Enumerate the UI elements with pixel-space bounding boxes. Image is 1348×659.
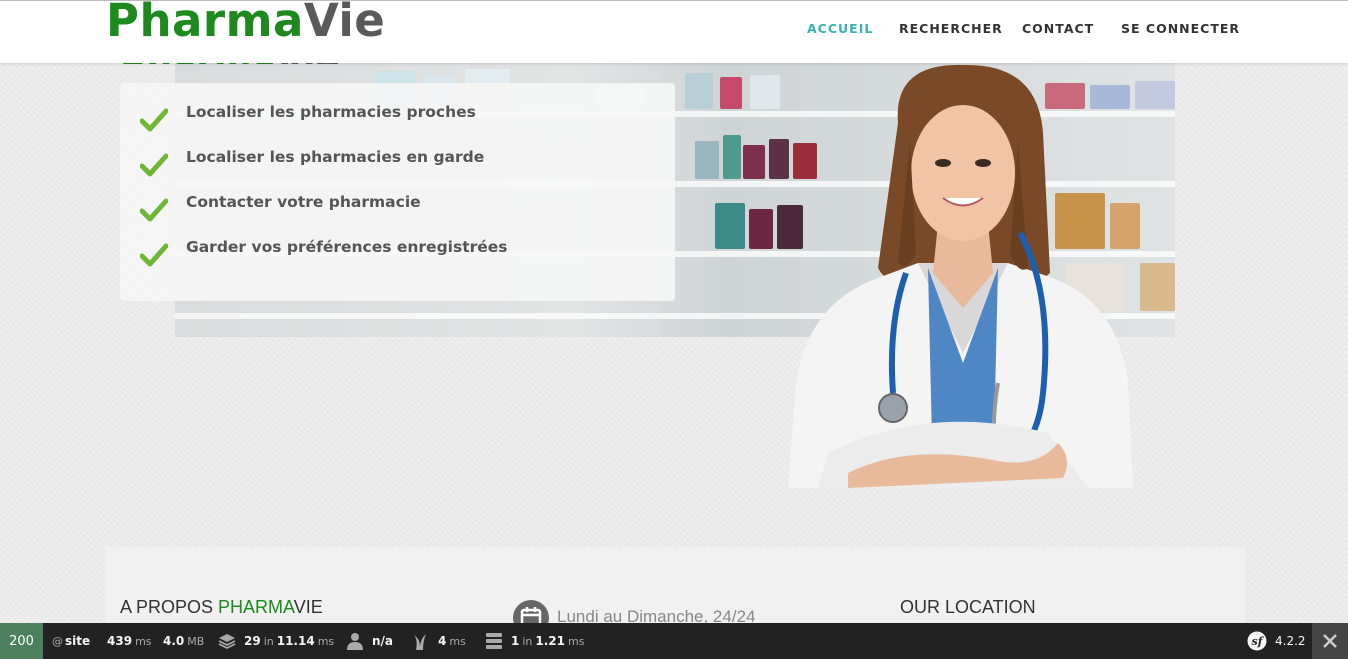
route-item[interactable]: @ site	[52, 623, 90, 659]
about-title-prefix: A PROPOS	[120, 597, 219, 617]
nav-rechercher[interactable]: RECHERCHER	[899, 21, 1003, 36]
memory-item[interactable]: 4.0 MB	[163, 623, 204, 659]
feature-text: Localiser les pharmacies proches	[186, 103, 476, 121]
db-time: 1.21	[535, 634, 565, 648]
features-panel: Localiser les pharmacies proches Localis…	[120, 83, 675, 301]
logo-vie: Vie	[303, 0, 386, 47]
twig-value: 4	[438, 634, 447, 648]
nav-se-connecter[interactable]: SE CONNECTER	[1121, 21, 1240, 36]
location-title: OUR LOCATION	[900, 597, 1036, 617]
cache-item[interactable]: 29 in 11.14 ms	[218, 623, 334, 659]
debug-toolbar: 200 @ site 439 ms 4.0 MB 29 in 11.14 ms n/a 4m…	[0, 623, 1348, 659]
symfony-version-item[interactable]: sf 4.2.2	[1247, 623, 1306, 659]
feature-text: Garder vos préférences enregistrées	[186, 238, 508, 256]
user-icon	[347, 633, 363, 650]
time-value: 439	[107, 634, 133, 648]
memory-unit: MB	[187, 634, 205, 648]
symfony-logo-icon: sf	[1247, 631, 1267, 651]
feature-item: Contacter votre pharmacie	[140, 193, 660, 223]
database-icon	[486, 633, 502, 649]
site-logo[interactable]: PharmaVie	[106, 0, 385, 48]
close-icon	[1323, 634, 1337, 648]
site-header: PharmaVie ACCUEIL RECHERCHER CONTACT SE …	[0, 0, 1348, 63]
route-value: site	[65, 634, 91, 648]
at-icon: @	[52, 634, 63, 648]
twig-icon	[414, 634, 426, 650]
cache-count: 29	[244, 634, 261, 648]
time-unit: ms	[135, 634, 152, 648]
checkmark-icon	[140, 153, 168, 177]
layers-icon	[218, 634, 236, 650]
close-toolbar-button[interactable]	[1312, 623, 1348, 659]
checkmark-icon	[140, 108, 168, 132]
checkmark-icon	[140, 198, 168, 222]
cache-unit: ms	[317, 634, 335, 648]
memory-value: 4.0	[163, 634, 185, 648]
feature-item: Localiser les pharmacies en garde	[140, 148, 660, 178]
feature-text: Localiser les pharmacies en garde	[186, 148, 485, 166]
db-count: 1	[511, 634, 520, 648]
time-item[interactable]: 439 ms	[107, 623, 152, 659]
twig-item[interactable]: 4 ms	[412, 623, 466, 659]
about-title-suffix: VIE	[293, 597, 323, 617]
checkmark-icon	[140, 243, 168, 267]
logo-pharma: Pharma	[106, 0, 304, 47]
about-title: A PROPOS PHARMAVIE	[120, 597, 323, 618]
user-item[interactable]: n/a	[346, 623, 393, 659]
nav-contact[interactable]: CONTACT	[1022, 21, 1094, 36]
about-title-brand: PHARMA	[218, 597, 294, 617]
feature-text: Contacter votre pharmacie	[186, 193, 421, 211]
feature-item: Localiser les pharmacies proches	[140, 103, 660, 133]
cache-time: 11.14	[276, 634, 315, 648]
cache-sep: in	[263, 634, 274, 648]
nav-accueil[interactable]: ACCUEIL	[807, 21, 873, 36]
database-item[interactable]: 1 in 1.21 ms	[485, 623, 584, 659]
feature-item: Garder vos préférences enregistrées	[140, 238, 660, 268]
user-value: n/a	[372, 634, 394, 648]
symfony-version: 4.2.2	[1275, 634, 1306, 648]
status-code-badge[interactable]: 200	[0, 623, 43, 659]
db-unit: ms	[568, 634, 585, 648]
twig-unit: ms	[449, 634, 466, 648]
pharmacist-image	[788, 64, 1133, 488]
db-sep: in	[522, 634, 533, 648]
